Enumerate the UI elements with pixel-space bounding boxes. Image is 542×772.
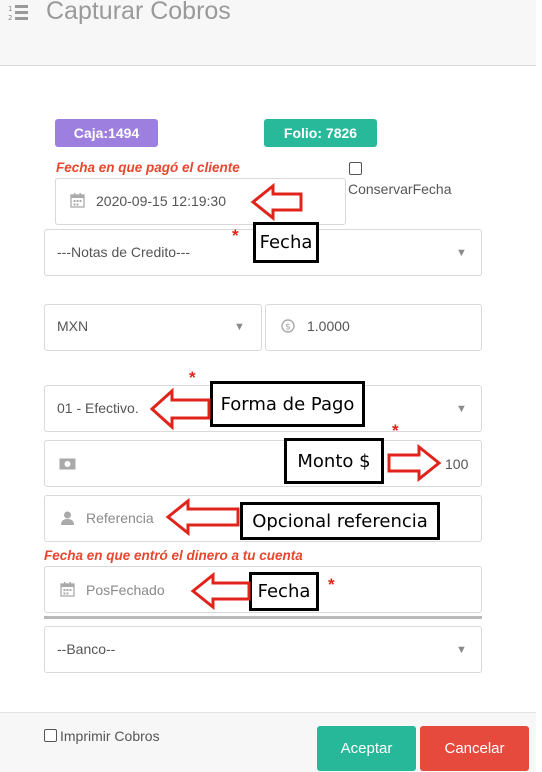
arrow-right-icon	[387, 443, 442, 483]
imprimir-cobros-checkbox[interactable]	[44, 729, 57, 742]
aceptar-button[interactable]: Aceptar	[317, 726, 416, 771]
right-edge	[536, 0, 542, 771]
arrow-left-icon	[149, 387, 211, 431]
arrow-left-icon	[165, 497, 240, 537]
cancelar-button[interactable]: Cancelar	[420, 726, 529, 771]
imprimir-cobros-label: Imprimir Cobros	[60, 728, 160, 744]
annotation-arrows	[149, 182, 442, 611]
arrow-left-icon	[250, 182, 303, 222]
arrow-left-icon	[190, 571, 251, 611]
